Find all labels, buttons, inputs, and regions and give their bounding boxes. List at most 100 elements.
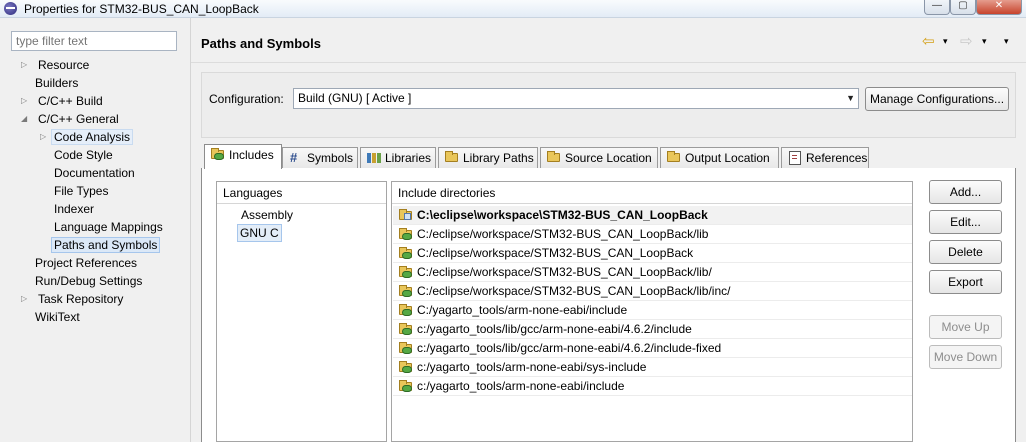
filter-input[interactable] — [11, 31, 177, 51]
include-path: c:/yagarto_tools/lib/gcc/arm-none-eabi/4… — [417, 341, 722, 355]
expand-arrow-icon[interactable]: ▷ — [21, 56, 31, 74]
tab-references[interactable]: References — [781, 147, 869, 168]
include-folder-icon — [399, 361, 413, 373]
tab-label: Source Location — [565, 151, 652, 165]
folder-icon — [547, 151, 561, 164]
tab-label: Output Location — [685, 151, 770, 165]
include-path: C:\eclipse\workspace\STM32-BUS_CAN_LoopB… — [417, 208, 708, 222]
include-path: C:/eclipse/workspace/STM32-BUS_CAN_LoopB… — [417, 246, 694, 260]
expand-arrow-icon[interactable]: ▷ — [21, 290, 31, 308]
forward-arrow-icon[interactable]: ⇨ — [960, 32, 973, 50]
add-button[interactable]: Add... — [929, 180, 1002, 204]
window-title: Properties for STM32-BUS_CAN_LoopBack — [24, 2, 259, 16]
tree-item-builders[interactable]: Builders — [32, 74, 81, 92]
tree-item-task-repository[interactable]: ▷ Task Repository — [21, 290, 126, 308]
tab-label: Libraries — [385, 151, 432, 165]
include-row[interactable]: C:\eclipse\workspace\STM32-BUS_CAN_LoopB… — [393, 206, 912, 225]
splitter[interactable] — [190, 18, 191, 442]
tab-library-paths[interactable]: Library Paths — [438, 147, 538, 168]
back-arrow-icon[interactable]: ⇦ — [922, 32, 935, 50]
include-row[interactable]: C:/eclipse/workspace/STM32-BUS_CAN_LoopB… — [393, 244, 912, 263]
include-path: C:/eclipse/workspace/STM32-BUS_CAN_LoopB… — [417, 284, 731, 298]
include-row[interactable]: c:/yagarto_tools/arm-none-eabi/sys-inclu… — [393, 358, 912, 377]
include-path: c:/yagarto_tools/lib/gcc/arm-none-eabi/4… — [417, 322, 692, 336]
tab-output-location[interactable]: Output Location — [660, 147, 779, 168]
folder-icon — [445, 151, 459, 164]
tree-item-paths-and-symbols[interactable]: Paths and Symbols — [51, 236, 161, 254]
tree-item-cpp-build[interactable]: ▷ C/C++ Build — [21, 92, 106, 110]
tree-item-cpp-general[interactable]: ◢ C/C++ General — [21, 110, 122, 128]
forward-menu-icon[interactable]: ▾ — [982, 36, 987, 47]
include-directories-list[interactable]: Include directories C:\eclipse\workspace… — [391, 181, 913, 442]
configuration-select[interactable]: Build (GNU) [ Active ] ▼ — [293, 88, 859, 109]
expand-arrow-icon[interactable]: ▷ — [21, 92, 31, 110]
configuration-label: Configuration: — [209, 92, 284, 106]
include-path: C:/eclipse/workspace/STM32-BUS_CAN_LoopB… — [417, 227, 709, 241]
include-folder-icon — [399, 228, 413, 240]
languages-list[interactable]: Languages Assembly GNU C — [216, 181, 387, 442]
maximize-button[interactable]: ▢ — [950, 0, 976, 15]
include-row[interactable]: c:/yagarto_tools/arm-none-eabi/include — [393, 377, 912, 396]
tree-item-documentation[interactable]: Documentation — [51, 164, 138, 182]
include-row[interactable]: c:/yagarto_tools/lib/gcc/arm-none-eabi/4… — [393, 339, 912, 358]
language-item-gnu-c[interactable]: GNU C — [237, 224, 282, 242]
tab-includes[interactable]: Includes — [204, 144, 282, 169]
include-row[interactable]: C:/eclipse/workspace/STM32-BUS_CAN_LoopB… — [393, 282, 912, 301]
tree-item-label: Run/Debug Settings — [35, 274, 143, 288]
include-row[interactable]: C:/eclipse/workspace/STM32-BUS_CAN_LoopB… — [393, 225, 912, 244]
tab-libraries[interactable]: Libraries — [360, 147, 436, 168]
move-down-button[interactable]: Move Down — [929, 345, 1002, 369]
folder-include-icon — [211, 148, 225, 161]
tree-item-code-analysis[interactable]: ▷ Code Analysis — [40, 128, 134, 146]
edit-button[interactable]: Edit... — [929, 210, 1002, 234]
tree-item-run-debug-settings[interactable]: Run/Debug Settings — [32, 272, 145, 290]
eclipse-logo-icon — [4, 2, 17, 15]
tree-item-label: Project References — [35, 256, 138, 270]
view-menu-icon[interactable]: ▾ — [1004, 36, 1009, 47]
configuration-value: Build (GNU) [ Active ] — [298, 91, 412, 105]
include-directories-header: Include directories — [392, 182, 912, 204]
tab-label: Library Paths — [463, 151, 534, 165]
tree-item-code-style[interactable]: Code Style — [51, 146, 116, 164]
library-icon — [367, 151, 381, 164]
tree-item-wikitext[interactable]: WikiText — [32, 308, 83, 326]
tree-item-file-types[interactable]: File Types — [51, 182, 111, 200]
tab-symbols[interactable]: # Symbols — [282, 147, 358, 168]
hash-icon: # — [290, 150, 298, 165]
include-folder-icon — [399, 247, 413, 259]
include-row[interactable]: C:/eclipse/workspace/STM32-BUS_CAN_LoopB… — [393, 263, 912, 282]
window-titlebar: Properties for STM32-BUS_CAN_LoopBack — … — [0, 0, 1026, 18]
tab-label: Symbols — [307, 151, 354, 165]
language-item-assembly[interactable]: Assembly — [241, 207, 293, 223]
include-folder-icon — [399, 304, 413, 316]
tree-item-language-mappings[interactable]: Language Mappings — [51, 218, 166, 236]
minimize-button[interactable]: — — [924, 0, 950, 15]
move-up-button[interactable]: Move Up — [929, 315, 1002, 339]
include-folder-icon — [399, 323, 413, 335]
page-icon — [788, 151, 802, 165]
include-row[interactable]: c:/yagarto_tools/lib/gcc/arm-none-eabi/4… — [393, 320, 912, 339]
close-button[interactable]: ✕ — [976, 0, 1022, 15]
dropdown-arrow-icon[interactable]: ▼ — [846, 89, 855, 108]
collapse-arrow-icon[interactable]: ◢ — [21, 110, 31, 128]
tree-item-project-references[interactable]: Project References — [32, 254, 140, 272]
folder-icon — [667, 151, 681, 164]
tree-item-label: Resource — [38, 58, 90, 72]
manage-configurations-button[interactable]: Manage Configurations... — [865, 87, 1009, 111]
include-path: C:/yagarto_tools/arm-none-eabi/include — [417, 303, 628, 317]
include-path: c:/yagarto_tools/arm-none-eabi/include — [417, 379, 625, 393]
tab-source-location[interactable]: Source Location — [540, 147, 658, 168]
include-row[interactable]: C:/yagarto_tools/arm-none-eabi/include — [393, 301, 912, 320]
tree-item-resource[interactable]: ▷ Resource — [21, 56, 92, 74]
tree-item-label: Indexer — [54, 202, 95, 216]
languages-header: Languages — [217, 182, 386, 204]
expand-arrow-icon[interactable]: ▷ — [40, 128, 50, 146]
tree-item-label: C/C++ Build — [38, 94, 103, 108]
export-button[interactable]: Export — [929, 270, 1002, 294]
include-folder-icon — [399, 380, 413, 392]
tree-item-label: Task Repository — [38, 292, 124, 306]
tree-item-label: Paths and Symbols — [51, 237, 161, 253]
tree-item-indexer[interactable]: Indexer — [51, 200, 97, 218]
back-menu-icon[interactable]: ▾ — [943, 36, 948, 47]
delete-button[interactable]: Delete — [929, 240, 1002, 264]
